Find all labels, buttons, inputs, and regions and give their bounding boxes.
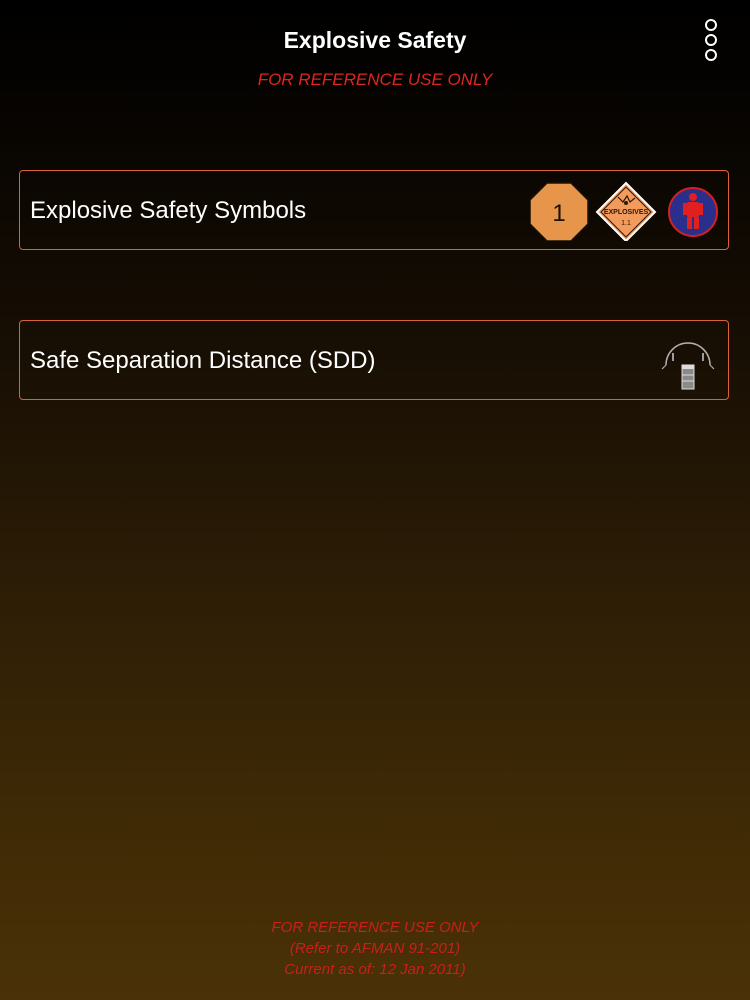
placard-word: EXPLOSIVES — [604, 209, 649, 216]
footer-disclaimer: FOR REFERENCE USE ONLY — [271, 919, 479, 936]
safe-separation-distance-row[interactable]: Safe Separation Distance (SDD) — [19, 320, 729, 400]
explosives-1-1-placard-icon: EXPLOSIVES 1.1 — [595, 181, 657, 243]
fire-division-number: 1 — [552, 200, 565, 227]
fire-division-1-octagon-icon: 1 — [529, 182, 589, 242]
more-options-button[interactable] — [699, 19, 723, 63]
protective-clothing-person-icon — [668, 187, 718, 237]
explosive-safety-symbols-label: Explosive Safety Symbols — [30, 197, 307, 224]
explosive-safety-symbols-row[interactable]: Explosive Safety Symbols 1 EXPLOSIVES 1.… — [19, 170, 729, 250]
header-disclaimer: FOR REFERENCE USE ONLY — [257, 70, 493, 89]
app-title: Explosive Safety — [283, 27, 467, 53]
separation-distance-radius-icon — [661, 342, 715, 390]
safe-separation-distance-label: Safe Separation Distance (SDD) — [30, 347, 376, 374]
symbols-icon-group: 1 EXPLOSIVES 1.1 — [529, 181, 720, 243]
placard-division: 1.1 — [621, 220, 631, 227]
footer-reference: (Refer to AFMAN 91-201) — [289, 940, 461, 957]
sdd-icon-group — [656, 331, 720, 391]
footer-currency-date: Current as of: 12 Jan 2011) — [284, 961, 466, 978]
